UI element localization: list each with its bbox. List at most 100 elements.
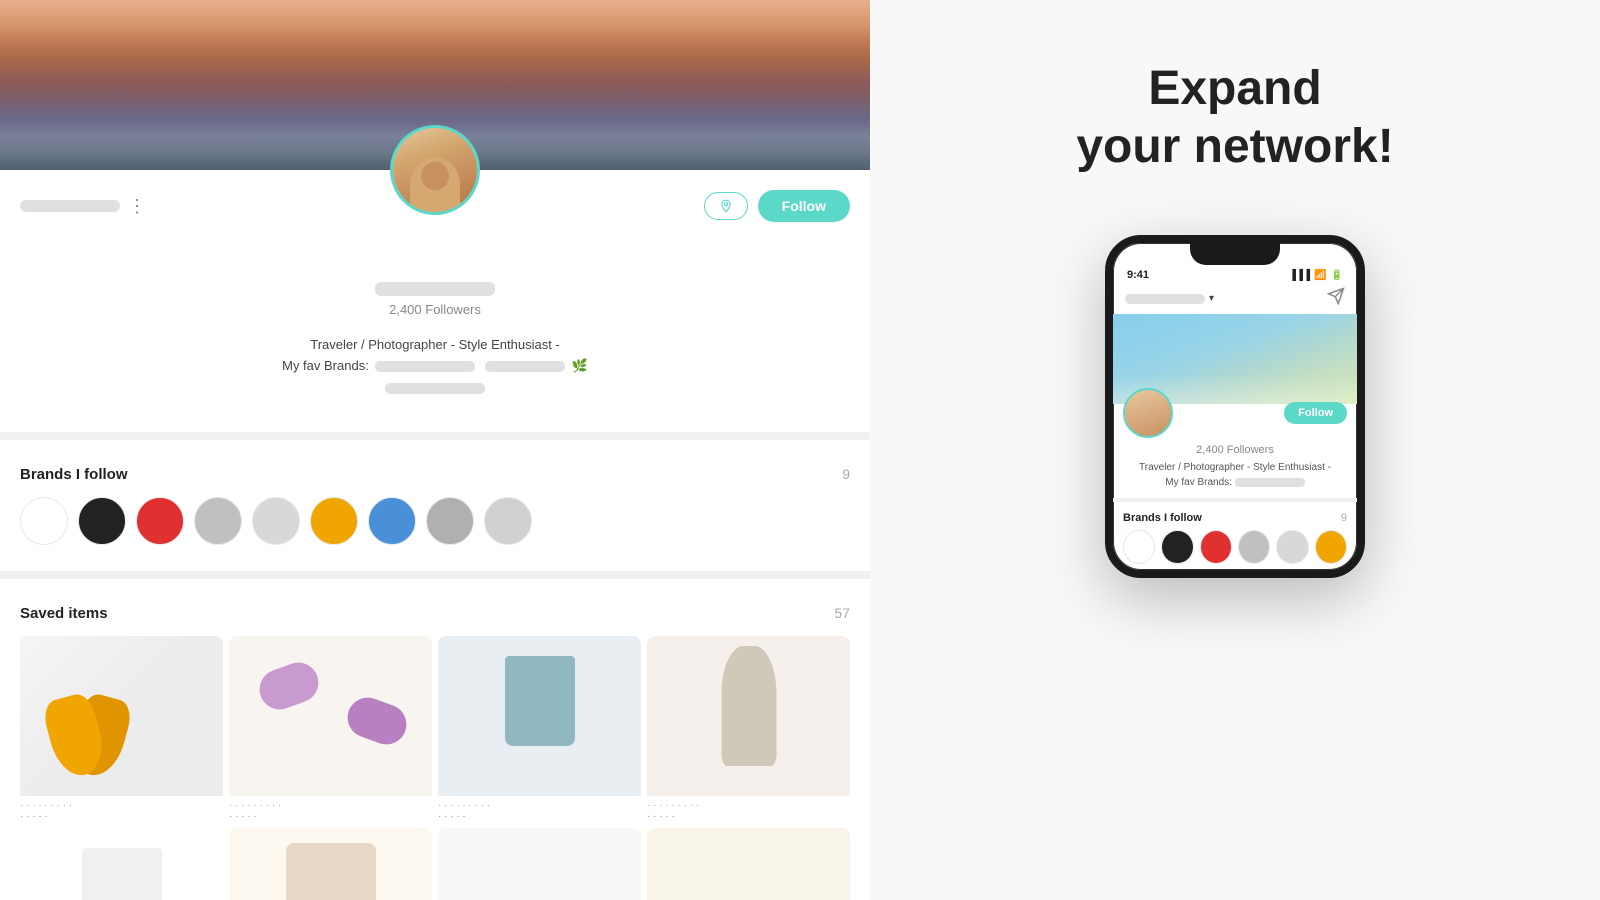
bio-brands-label: My fav Brands: (282, 358, 369, 373)
phone-mockup-wrapper: 9:41 ▐▐▐ 📶 🔋 ▾ (1075, 235, 1395, 578)
more-options-icon[interactable]: ⋮ (128, 196, 146, 217)
phone-avatar (1123, 388, 1173, 438)
item-card-hoodie[interactable] (229, 828, 432, 900)
profile-section: ⋮ Follow 2,400 Followers Travele (0, 170, 870, 422)
phone-top-bar: ▾ (1113, 283, 1357, 314)
phone-username-row: ▾ (1125, 293, 1214, 304)
location-icon (719, 199, 733, 213)
item-card-bag[interactable]: · · · · · · · · · · · · · · (438, 636, 641, 822)
profile-header: ⋮ Follow (0, 170, 870, 222)
action-buttons: Follow (704, 190, 850, 222)
item-image-clips (229, 636, 432, 796)
phone-followers: 2,400 Followers (1113, 444, 1357, 456)
phone-brand-white[interactable] (1123, 530, 1155, 564)
brand-circle-lgray[interactable] (252, 497, 300, 545)
item-label: · · · · · · · · · (229, 796, 432, 811)
section-divider-2 (0, 571, 870, 579)
bio-line2-blur (385, 383, 485, 394)
phone-bio: Traveler / Photographer - Style Enthusia… (1113, 456, 1357, 494)
brand-circle-orange[interactable] (310, 497, 358, 545)
item-label: · · · · · · · · · (647, 796, 850, 811)
phone-brand-orange[interactable] (1315, 530, 1347, 564)
brand-circle-mgray[interactable] (426, 497, 474, 545)
follow-button[interactable]: Follow (758, 190, 850, 222)
phone-send-icon[interactable] (1327, 287, 1345, 310)
avatar-wrapper (390, 125, 480, 215)
avatar (390, 125, 480, 215)
phone-follow-button[interactable]: Follow (1284, 402, 1347, 424)
brand-circle-gray[interactable] (194, 497, 242, 545)
phone-brands-count: 9 (1341, 512, 1347, 524)
brands-section-header: Brands I follow 9 (20, 466, 850, 483)
brands-count: 9 (842, 466, 850, 482)
item-label: · · · · · · · · · (438, 796, 641, 811)
phone-notch (1190, 243, 1280, 265)
phone-brands-section: Brands I follow 9 (1113, 506, 1357, 570)
item-image-hat (647, 828, 850, 900)
tagline: Expand your network! (1076, 60, 1393, 175)
item-card-outfit[interactable]: · · · · · · · · · · · · · · (647, 636, 850, 822)
signal-icon: ▐▐▐ (1289, 270, 1310, 281)
phone-divider (1113, 498, 1357, 502)
bio-brands-blur1 (375, 361, 475, 372)
item-image-outfit (647, 636, 850, 796)
battery-icon: 🔋 (1331, 270, 1343, 281)
phone-brand-lgray[interactable] (1276, 530, 1308, 564)
brand-circle-red[interactable] (136, 497, 184, 545)
phone-device: 9:41 ▐▐▐ 📶 🔋 ▾ (1105, 235, 1365, 578)
section-divider (0, 432, 870, 440)
item-card-shirt[interactable] (20, 828, 223, 900)
saved-section: Saved items 57 · · · · · · · · · · · · ·… (0, 589, 870, 900)
item-price: · · · · · (438, 811, 641, 822)
status-icons: ▐▐▐ 📶 🔋 (1289, 270, 1343, 281)
brand-circle-blue[interactable] (368, 497, 416, 545)
item-image-hoodie (229, 828, 432, 900)
profile-name-blur (375, 282, 495, 296)
item-label: · · · · · · · · · (20, 796, 223, 811)
phone-brands-row (1123, 530, 1347, 564)
location-button[interactable] (704, 192, 748, 220)
phone-username-blur (1125, 294, 1205, 304)
item-card-shoes[interactable] (438, 828, 641, 900)
profile-center: 2,400 Followers (0, 222, 870, 327)
wifi-icon: 📶 (1314, 270, 1326, 281)
item-image-shoes (438, 828, 641, 900)
profile-bio: Traveler / Photographer - Style Enthusia… (0, 327, 870, 402)
phone-brand-gray[interactable] (1238, 530, 1270, 564)
tagline-text: Expand your network! (1076, 60, 1393, 175)
item-image-bag (438, 636, 641, 796)
phone-brands-title: Brands I follow (1123, 512, 1202, 524)
bio-text-line1: Traveler / Photographer - Style Enthusia… (310, 337, 560, 352)
saved-title: Saved items (20, 605, 108, 622)
chevron-down-icon[interactable]: ▾ (1209, 293, 1214, 304)
item-card-clips[interactable]: · · · · · · · · · · · · · · (229, 636, 432, 822)
item-image-socks (20, 636, 223, 796)
item-price: · · · · · (647, 811, 850, 822)
item-card-socks[interactable]: · · · · · · · · · · · · · · (20, 636, 223, 822)
avatar-image (393, 128, 477, 212)
item-price: · · · · · (20, 811, 223, 822)
brands-row (20, 497, 850, 545)
item-image-shirt (20, 828, 223, 900)
phone-status-bar: 9:41 ▐▐▐ 📶 🔋 (1113, 265, 1357, 283)
phone-time: 9:41 (1127, 269, 1149, 281)
followers-count: 2,400 Followers (20, 302, 850, 317)
brands-section: Brands I follow 9 (0, 450, 870, 561)
left-panel: ⋮ Follow 2,400 Followers Travele (0, 0, 870, 900)
item-card-hat[interactable] (647, 828, 850, 900)
brand-circle-black[interactable] (78, 497, 126, 545)
item-price: · · · · · (229, 811, 432, 822)
phone-brand-black[interactable] (1161, 530, 1193, 564)
phone-bio-blur (1235, 478, 1305, 487)
username-blur (20, 200, 120, 212)
right-panel: Expand your network! 9:41 ▐▐▐ 📶 🔋 ▾ (870, 0, 1600, 900)
saved-count: 57 (834, 605, 850, 621)
phone-profile-row: Follow (1113, 384, 1357, 442)
items-grid: · · · · · · · · · · · · · · · · · · · · … (20, 636, 850, 900)
brand-circle-white[interactable] (20, 497, 68, 545)
phone-brand-red[interactable] (1200, 530, 1232, 564)
brand-circle-slgray[interactable] (484, 497, 532, 545)
saved-section-header: Saved items 57 (20, 605, 850, 622)
phone-brands-header: Brands I follow 9 (1123, 512, 1347, 524)
bio-brands-blur2 (485, 361, 565, 372)
